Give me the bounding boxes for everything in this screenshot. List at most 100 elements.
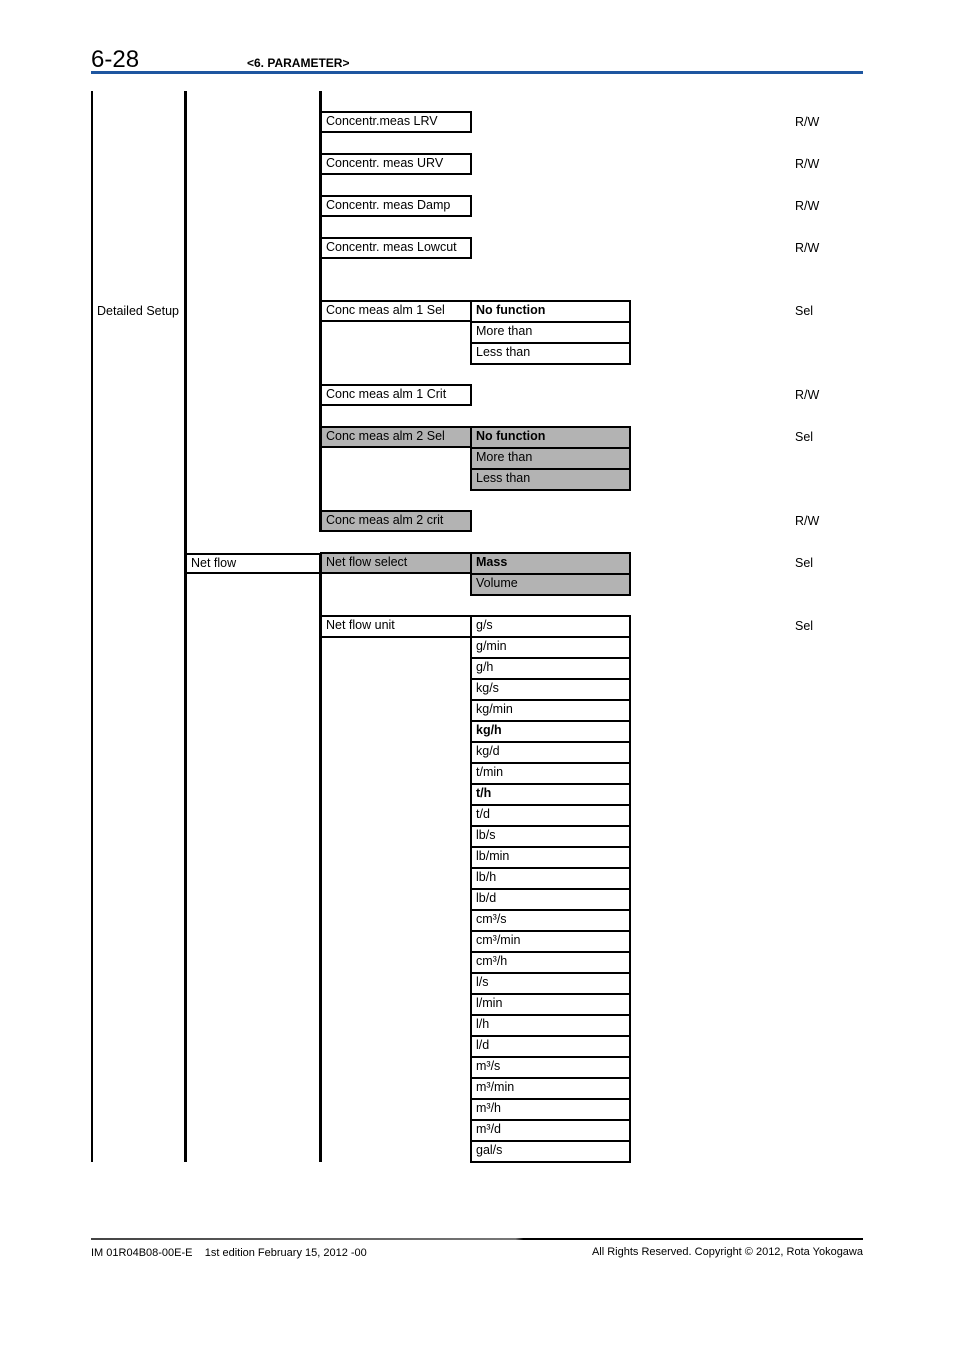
alm1-option-no-function[interactable]: No function — [470, 300, 631, 323]
unit-option[interactable]: kg/d — [470, 741, 631, 764]
unit-option[interactable]: l/s — [470, 972, 631, 995]
footer-doc-info: IM 01R04B08-00E-E 1st edition February 1… — [91, 1246, 367, 1260]
conc-meas-alm1-crit[interactable]: Conc meas alm 1 Crit — [320, 384, 472, 406]
option-label: g/h — [476, 660, 494, 674]
unit-option[interactable]: cm³/h — [470, 951, 631, 974]
alm2-option-no-function[interactable]: No function — [470, 426, 631, 449]
unit-option[interactable]: kg/s — [470, 678, 631, 701]
option-label: m³/h — [476, 1101, 501, 1115]
access-concentr-meas-urv: R/W — [795, 157, 820, 171]
conc-meas-alm2-sel[interactable]: Conc meas alm 2 Sel — [320, 426, 472, 448]
option-label: kg/s — [476, 681, 499, 695]
option-label: gal/s — [476, 1143, 503, 1157]
unit-option[interactable]: l/d — [470, 1035, 631, 1058]
param-label: Net flow unit — [326, 618, 395, 632]
option-label: l/min — [476, 996, 503, 1010]
option-label: l/s — [476, 975, 489, 989]
option-label: kg/h — [476, 723, 502, 737]
option-label: t/d — [476, 807, 490, 821]
option-label: m³/min — [476, 1080, 515, 1094]
unit-option[interactable]: m³/d — [470, 1119, 631, 1142]
access-alm2-sel: Sel — [795, 430, 814, 444]
unit-option[interactable]: kg/min — [470, 699, 631, 722]
unit-option[interactable]: t/min — [470, 762, 631, 785]
option-label: lb/d — [476, 891, 497, 905]
unit-option[interactable]: m³/s — [470, 1056, 631, 1079]
unit-option[interactable]: gal/s — [470, 1140, 631, 1163]
option-label: lb/min — [476, 849, 510, 863]
unit-option[interactable]: cm³/s — [470, 909, 631, 932]
unit-option[interactable]: l/min — [470, 993, 631, 1016]
alm1-option-less-than[interactable]: Less than — [470, 342, 631, 365]
net-flow-option-mass[interactable]: Mass — [470, 552, 631, 575]
unit-option[interactable]: lb/min — [470, 846, 631, 869]
param-label: Concentr. meas Damp — [326, 198, 451, 212]
unit-option[interactable]: g/s — [470, 615, 631, 638]
footer-rule — [91, 1238, 863, 1240]
detailed-setup-label: Detailed Setup — [97, 304, 180, 318]
unit-option[interactable]: cm³/min — [470, 930, 631, 953]
access-concentr-meas-lrv: R/W — [795, 115, 820, 129]
unit-option[interactable]: g/min — [470, 636, 631, 659]
tree-line-level2 — [184, 91, 187, 1162]
param-label: Concentr.meas LRV — [326, 114, 438, 128]
unit-option[interactable]: lb/s — [470, 825, 631, 848]
access-net-flow-select: Sel — [795, 556, 814, 570]
net-flow-unit[interactable]: Net flow unit — [320, 615, 472, 638]
net-flow-option-volume[interactable]: Volume — [470, 573, 631, 596]
param-label: Conc meas alm 1 Sel — [326, 303, 445, 317]
option-label: lb/s — [476, 828, 496, 842]
access-alm2-crit: R/W — [795, 514, 820, 528]
edition: 1st edition February 15, 2012 -00 — [204, 1247, 367, 1259]
param-label: Conc meas alm 2 Sel — [326, 429, 445, 443]
concentr-meas-lowcut[interactable]: Concentr. meas Lowcut — [320, 237, 472, 259]
conc-meas-alm2-crit[interactable]: Conc meas alm 2 crit — [320, 510, 472, 532]
option-label: Volume — [476, 576, 518, 590]
option-label: lb/h — [476, 870, 497, 884]
option-label: No function — [476, 429, 546, 443]
option-label: More than — [476, 324, 533, 338]
option-label: kg/min — [476, 702, 513, 716]
conc-meas-alm1-sel[interactable]: Conc meas alm 1 Sel — [320, 300, 472, 322]
net-flow-node[interactable]: Net flow — [185, 553, 321, 574]
unit-option[interactable]: lb/h — [470, 867, 631, 890]
option-label: Mass — [476, 555, 508, 569]
option-label: cm³/s — [476, 912, 507, 926]
option-label: Less than — [476, 471, 531, 485]
concentr-meas-urv[interactable]: Concentr. meas URV — [320, 153, 472, 175]
option-label: m³/d — [476, 1122, 501, 1136]
option-label: cm³/h — [476, 954, 508, 968]
unit-option[interactable]: kg/h — [470, 720, 631, 743]
param-label: Concentr. meas Lowcut — [326, 240, 457, 254]
option-label: No function — [476, 303, 546, 317]
option-label: m³/s — [476, 1059, 501, 1073]
unit-option[interactable]: g/h — [470, 657, 631, 680]
tree-line-level3-lower — [319, 553, 322, 1162]
section-title: <6. PARAMETER> — [247, 56, 350, 70]
alm1-option-more-than[interactable]: More than — [470, 321, 631, 344]
option-label: cm³/min — [476, 933, 521, 947]
option-label: t/min — [476, 765, 504, 779]
alm2-option-less-than[interactable]: Less than — [470, 468, 631, 491]
option-label: g/min — [476, 639, 507, 653]
unit-option[interactable]: t/d — [470, 804, 631, 827]
concentr-meas-damp[interactable]: Concentr. meas Damp — [320, 195, 472, 217]
access-concentr-meas-lowcut: R/W — [795, 241, 820, 255]
unit-option[interactable]: m³/h — [470, 1098, 631, 1121]
option-label: l/h — [476, 1017, 490, 1031]
copyright: All Rights Reserved. Copyright © 2012, R… — [591, 1246, 863, 1258]
option-label: l/d — [476, 1038, 490, 1052]
unit-option[interactable]: m³/min — [470, 1077, 631, 1100]
option-label: kg/d — [476, 744, 500, 758]
net-flow-select[interactable]: Net flow select — [320, 552, 472, 574]
alm2-option-more-than[interactable]: More than — [470, 447, 631, 470]
option-label: More than — [476, 450, 533, 464]
concentr-meas-lrv[interactable]: Concentr.meas LRV — [320, 111, 472, 133]
param-label: Conc meas alm 1 Crit — [326, 387, 447, 401]
unit-option[interactable]: t/h — [470, 783, 631, 806]
doc-id: IM 01R04B08-00E-E — [91, 1247, 193, 1259]
unit-option[interactable]: l/h — [470, 1014, 631, 1037]
access-net-flow-unit: Sel — [795, 619, 814, 633]
param-label: Concentr. meas URV — [326, 156, 444, 170]
unit-option[interactable]: lb/d — [470, 888, 631, 911]
